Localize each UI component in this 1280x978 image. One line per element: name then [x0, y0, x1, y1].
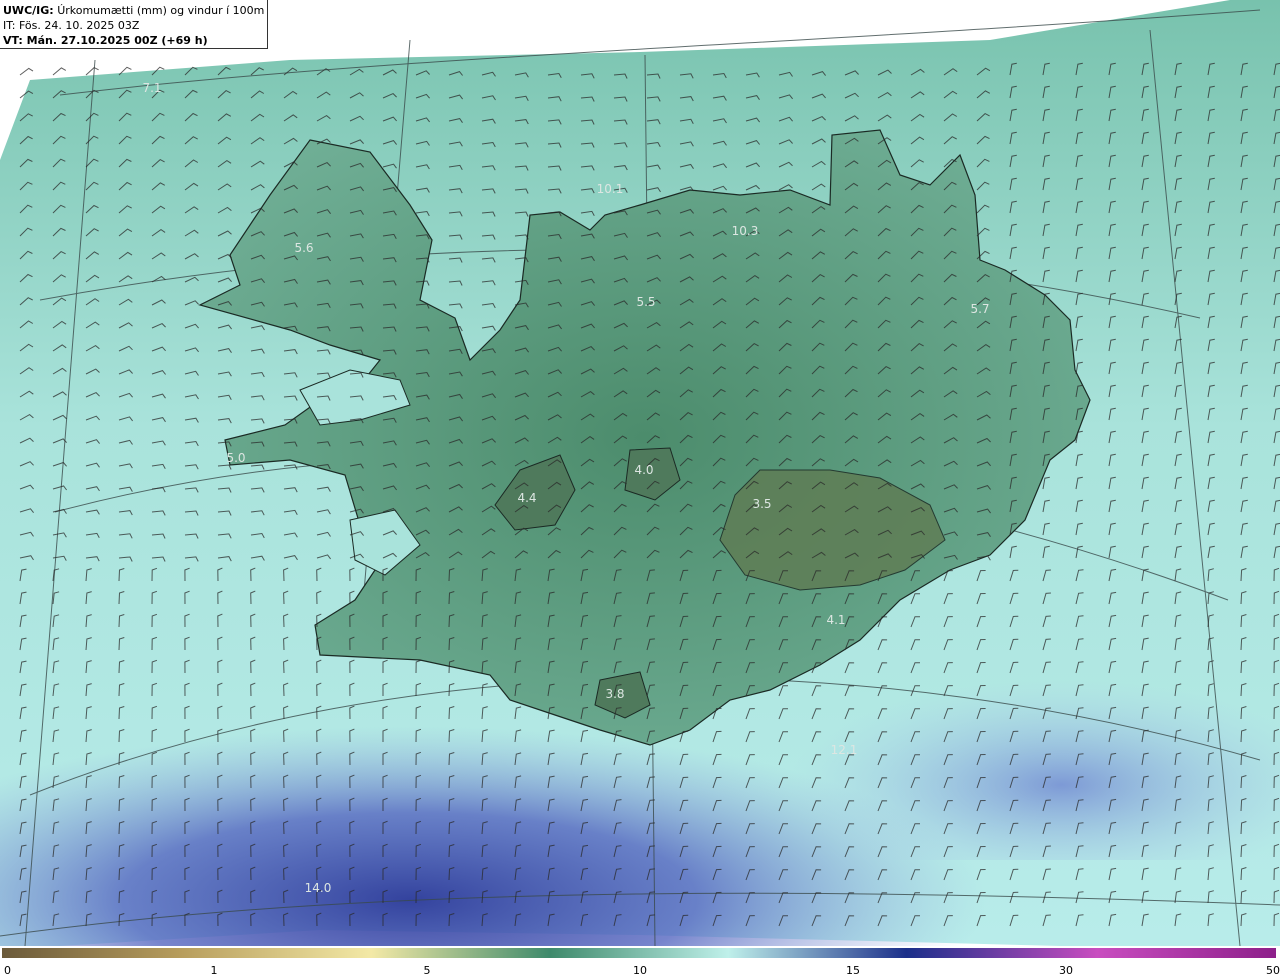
wind-barb	[85, 67, 99, 76]
colorbar-tick-1: 1	[210, 964, 218, 977]
wind-barb	[52, 67, 67, 76]
wind-barb	[19, 67, 34, 76]
map-title: Úrkomumætti (mm) og vindur í 100m hæð	[57, 4, 267, 17]
colorbar-strip	[2, 948, 1276, 958]
colorbar-tick-15: 15	[846, 964, 860, 977]
title-line: UWC/IG: Úrkomumætti (mm) og vindur í 100…	[3, 3, 267, 18]
model-label: UWC/IG:	[3, 4, 54, 17]
value-label: 4.0	[634, 463, 653, 477]
colorbar-tick-5: 5	[423, 964, 431, 977]
value-label: 4.4	[517, 491, 536, 505]
colorbar: 0 1 5 10 15 30 50	[0, 946, 1280, 978]
value-label: 3.5	[752, 497, 771, 511]
precipitation-map: 7.1 10.1 10.3 5.6 5.5 5.7 5.0 4.4 4.0 3.5 4.1 3.8 12…	[0, 0, 1280, 946]
value-label: 5.6	[294, 241, 313, 255]
info-panel: UWC/IG: Úrkomumætti (mm) og vindur í 100…	[0, 0, 268, 49]
value-label: 10.1	[597, 182, 624, 196]
value-label: 4.1	[826, 613, 845, 627]
value-label: 3.8	[605, 687, 624, 701]
value-label: 5.0	[226, 451, 245, 465]
colorbar-tick-30: 30	[1059, 964, 1073, 977]
value-label: 5.7	[970, 302, 989, 316]
colorbar-tick-10: 10	[633, 964, 647, 977]
value-label: 12.1	[831, 743, 858, 757]
issue-time: IT: Fös. 24. 10. 2025 03Z	[3, 19, 140, 32]
value-label: 7.1	[142, 81, 161, 95]
colorbar-tick-0: 0	[4, 964, 11, 977]
value-label: 10.3	[732, 224, 759, 238]
colorbar-tick-50: 50	[1266, 964, 1280, 977]
valid-time: VT: Mán. 27.10.2025 00Z (+69 h)	[3, 34, 208, 47]
value-label: 5.5	[636, 295, 655, 309]
value-label: 14.0	[305, 881, 332, 895]
